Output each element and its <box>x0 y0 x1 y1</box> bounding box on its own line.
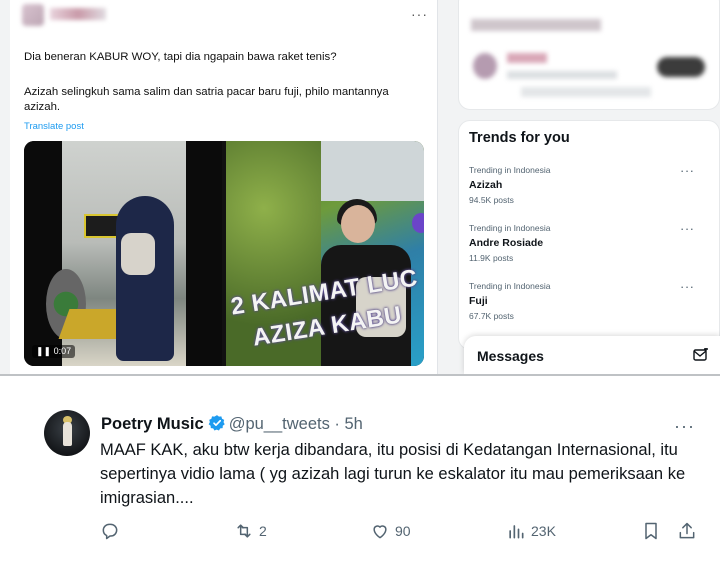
trend-meta: Trending in Indonesia <box>469 165 551 175</box>
messages-label: Messages <box>477 348 544 364</box>
like-count: 90 <box>395 523 411 539</box>
more-options-icon[interactable]: ··· <box>674 416 695 437</box>
like-button[interactable]: 90 <box>370 521 411 541</box>
reply-tweet: Poetry Music @pu__tweets · 5h ··· MAAF KA… <box>0 376 720 563</box>
trend-name: Azizah <box>469 179 503 191</box>
tweet-card: ··· Dia beneran KABUR WOY, tapi dia ngap… <box>10 0 438 374</box>
trends-title: Trends for you <box>469 130 570 146</box>
trend-posts: 94.5K posts <box>469 195 514 205</box>
handle-and-time: @pu__tweets · 5h <box>228 415 363 433</box>
translate-post-link[interactable]: Translate post <box>24 121 84 132</box>
trend-meta: Trending in Indonesia <box>469 223 551 233</box>
more-options-icon[interactable]: ··· <box>680 163 695 178</box>
new-message-icon[interactable] <box>693 348 709 362</box>
more-options-icon[interactable]: ··· <box>411 6 428 22</box>
retweet-icon <box>237 524 251 538</box>
top-screenshot: ··· Dia beneran KABUR WOY, tapi dia ngap… <box>0 0 720 374</box>
more-options-icon[interactable]: ··· <box>680 221 695 236</box>
author-line: Poetry Music @pu__tweets · 5h <box>101 414 363 434</box>
retweet-button[interactable]: 2 <box>234 521 267 541</box>
blurred-card <box>458 0 720 110</box>
trend-posts: 67.7K posts <box>469 311 514 321</box>
views-chart-icon <box>509 525 524 539</box>
verified-badge-icon <box>208 415 225 431</box>
avatar[interactable] <box>44 410 90 456</box>
trend-name: Andre Rosiade <box>469 237 544 249</box>
action-bar: 2 90 23K <box>0 521 720 545</box>
trend-name: Fuji <box>469 295 488 307</box>
reply-icon <box>102 523 118 540</box>
display-name[interactable]: Poetry Music <box>101 415 204 433</box>
views-count: 23K <box>531 523 556 539</box>
views-button[interactable]: 23K <box>506 521 556 541</box>
tweet-text-line: Dia beneran KABUR WOY, tapi dia ngapain … <box>24 51 337 63</box>
tweet-media[interactable]: ❚❚ 0:07 2 KALIMAT LUC AZIZA KABU <box>24 141 424 366</box>
bookmark-icon <box>645 522 657 540</box>
reply-text: MAAF KAK, aku btw kerja dibandara, itu p… <box>100 441 686 507</box>
blurred-username <box>50 8 106 20</box>
blurred-avatar <box>22 4 44 26</box>
video-thumbnail[interactable]: ❚❚ 0:07 <box>24 141 222 366</box>
video-duration: ❚❚ 0:07 <box>32 345 76 358</box>
retweet-count: 2 <box>259 523 267 539</box>
trend-posts: 11.9K posts <box>469 253 514 263</box>
messages-drawer[interactable]: Messages <box>464 336 720 374</box>
bookmark-button[interactable] <box>641 521 661 541</box>
image-thumbnail[interactable]: 2 KALIMAT LUC AZIZA KABU <box>226 141 424 366</box>
tweet-text-line: azizah. <box>24 101 61 113</box>
share-button[interactable] <box>677 521 697 541</box>
share-icon <box>679 522 695 539</box>
reply-button[interactable] <box>100 521 120 541</box>
heart-icon <box>373 525 387 539</box>
more-options-icon[interactable]: ··· <box>680 279 695 294</box>
trend-meta: Trending in Indonesia <box>469 281 551 291</box>
tweet-text-line: Azizah selingkuh sama salim dan satria p… <box>24 86 389 98</box>
